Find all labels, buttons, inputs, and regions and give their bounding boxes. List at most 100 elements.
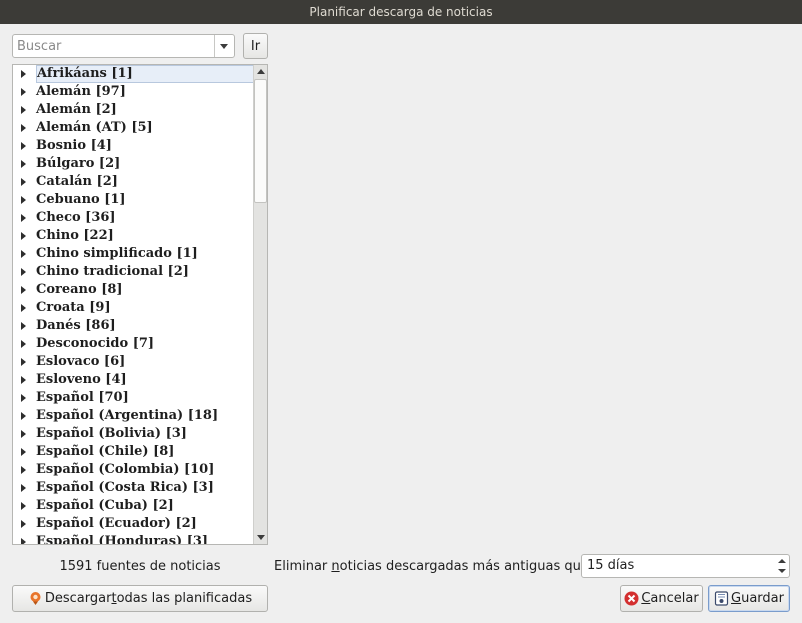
save-button[interactable]: Guardar [708,585,790,612]
tree-item[interactable]: Eslovaco [6] [13,353,253,371]
news-source-tree[interactable]: Afrikáans [1] Alemán [97] Alemán [2] Alemán… [12,64,268,545]
tree-item[interactable]: Español (Argentina) [18] [13,407,253,425]
expand-arrow-icon[interactable] [21,394,26,402]
tree-scrollbar[interactable] [253,65,267,544]
expand-arrow-icon[interactable] [21,340,26,348]
tree-item[interactable]: Chino simplificado [1] [13,245,253,263]
expand-arrow-icon[interactable] [21,142,26,150]
go-button[interactable]: Ir [243,33,268,59]
search-combobox[interactable] [12,34,235,58]
tree-item[interactable]: Alemán [97] [13,83,253,101]
tree-item-label: Desconocido [7] [36,336,155,351]
tree-item[interactable]: Español (Cuba) [2] [13,497,253,515]
tree-item[interactable]: Afrikáans [1] [13,65,255,83]
scroll-up-icon[interactable] [254,65,267,78]
tree-item[interactable]: Español (Ecuador) [2] [13,515,253,533]
tree-item-label: Chino [22] [36,228,114,243]
tree-item-label: Catalán [2] [36,174,118,189]
tree-item[interactable]: Español (Honduras) [3] [13,533,253,544]
delete-label-accelerator: n [331,559,340,574]
tree-item[interactable]: Alemán (AT) [5] [13,119,253,137]
expand-arrow-icon[interactable] [21,520,26,528]
tree-item-label: Búlgaro [2] [36,156,121,171]
tree-item[interactable]: Chino [22] [13,227,253,245]
expand-arrow-icon[interactable] [21,484,26,492]
scrollbar-thumb[interactable] [254,79,267,203]
expand-arrow-icon[interactable] [21,232,26,240]
expand-arrow-icon[interactable] [21,124,26,132]
expand-arrow-icon[interactable] [21,430,26,438]
tree-item-label: Bosnio [4] [36,138,112,153]
tree-item[interactable]: Español [70] [13,389,253,407]
expand-arrow-icon[interactable] [21,70,26,78]
tree-item[interactable]: Croata [9] [13,299,253,317]
tree-item[interactable]: Bosnio [4] [13,137,253,155]
expand-arrow-icon[interactable] [21,178,26,186]
delete-label-prefix: Eliminar [274,559,332,574]
spin-up-icon[interactable] [777,556,787,566]
tree-item[interactable]: Coreano [8] [13,281,253,299]
expand-arrow-icon[interactable] [21,322,26,330]
delete-older-label: Eliminar noticias descargadas más antigu… [274,558,593,576]
tree-item-label: Croata [9] [36,300,111,315]
tree-item-label: Eslovaco [6] [36,354,126,369]
download-label-suffix: odas las planificadas [116,591,253,606]
expand-arrow-icon[interactable] [21,412,26,420]
tree-item-label: Checo [36] [36,210,116,225]
tree-item[interactable]: Alemán [2] [13,101,253,119]
tree-item[interactable]: Esloveno [4] [13,371,253,389]
expand-arrow-icon[interactable] [21,502,26,510]
tree-item-label: Español (Bolivia) [3] [36,426,187,441]
tree-item[interactable]: Chino tradicional [2] [13,263,253,281]
expand-arrow-icon[interactable] [21,376,26,384]
tree-item-label: Afrikáans [1] [36,65,255,83]
tree-item[interactable]: Español (Colombia) [10] [13,461,253,479]
cancel-label-accelerator: C [641,591,651,606]
download-all-button[interactable]: Descargar t odas las planificadas [12,585,268,612]
expand-arrow-icon[interactable] [21,466,26,474]
search-input[interactable] [13,35,217,57]
tree-item[interactable]: Danés [86] [13,317,253,335]
expand-arrow-icon[interactable] [21,304,26,312]
days-value[interactable]: 15 días [587,555,634,577]
expand-arrow-icon[interactable] [21,196,26,204]
expand-arrow-icon[interactable] [21,214,26,222]
cancel-button[interactable]: Cancelar [620,585,703,612]
expand-arrow-icon[interactable] [21,538,26,544]
tree-item-label: Chino simplificado [1] [36,246,198,261]
scroll-down-icon[interactable] [254,531,267,544]
tree-item-label: Alemán (AT) [5] [36,120,153,135]
tree-item[interactable]: Cebuano [1] [13,191,253,209]
expand-arrow-icon[interactable] [21,268,26,276]
tree-item[interactable]: Catalán [2] [13,173,253,191]
tree-item[interactable]: Español (Costa Rica) [3] [13,479,253,497]
expand-arrow-icon[interactable] [21,286,26,294]
download-label-prefix: Descargar [44,591,112,606]
save-label-accelerator: G [731,591,742,606]
tree-item[interactable]: Checo [36] [13,209,253,227]
expand-arrow-icon[interactable] [21,448,26,456]
tree-item-label: Español (Chile) [8] [36,444,175,459]
tree-rows: Afrikáans [1] Alemán [97] Alemán [2] Alemán… [13,65,255,544]
days-spinbox[interactable]: 15 días [581,554,790,578]
delete-label-suffix: oticias descargadas más antiguas que: [339,559,594,574]
spin-down-icon[interactable] [777,566,787,576]
tree-item[interactable]: Desconocido [7] [13,335,253,353]
tree-item-label: Español (Argentina) [18] [36,408,219,423]
tree-item[interactable]: Español (Bolivia) [3] [13,425,253,443]
tree-item[interactable]: Español (Chile) [8] [13,443,253,461]
tree-item-label: Danés [86] [36,318,116,333]
tree-item-label: Español (Colombia) [10] [36,462,215,477]
tree-item-label: Alemán [2] [36,102,117,117]
expand-arrow-icon[interactable] [21,358,26,366]
expand-arrow-icon[interactable] [21,160,26,168]
expand-arrow-icon[interactable] [21,250,26,258]
tree-item[interactable]: Búlgaro [2] [13,155,253,173]
tree-item-label: Esloveno [4] [36,372,127,387]
expand-arrow-icon[interactable] [21,88,26,96]
sources-count: 1591 fuentes de noticias [59,559,221,574]
tree-item-label: Cebuano [1] [36,192,126,207]
expand-arrow-icon[interactable] [21,106,26,114]
chevron-down-icon[interactable] [214,35,234,57]
save-icon [714,591,729,606]
